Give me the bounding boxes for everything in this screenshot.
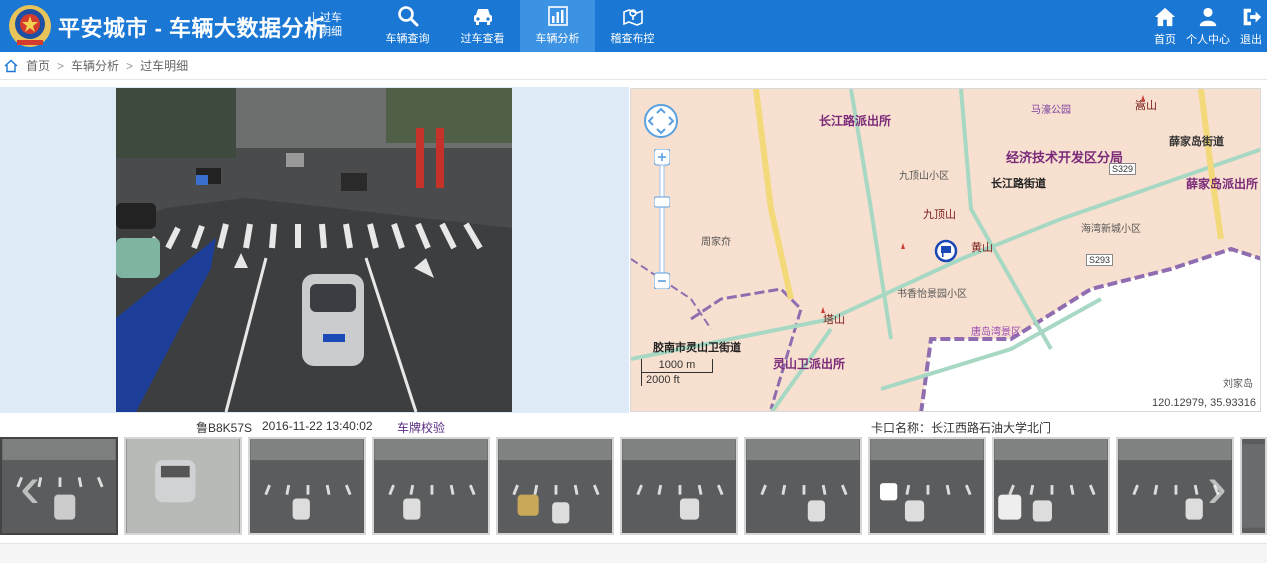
map-pin-icon [622,9,643,26]
nav-label: 车辆查询 [385,33,430,45]
plate-number: 鲁B8K57S [196,421,253,435]
nav-home[interactable]: 首页 [1149,0,1181,52]
nav-label: 车辆分析 [535,33,580,45]
map-label: 黄山 [971,242,993,254]
breadcrumb-separator: > [57,58,65,73]
map-label: 经济技术开发区分局 [1006,150,1124,165]
location-map[interactable]: 马濠公园 嵩山 长江路派出所 经济技术开发区分局 薛家岛街道 薛家岛派出所 九顶… [630,88,1261,412]
pass-time: 2016-11-22 13:40:02 [262,419,373,433]
chevron-right-icon[interactable]: › [1207,447,1227,527]
police-emblem-icon [9,5,51,47]
map-label: 马濠公园 [1031,105,1071,116]
chevron-left-icon[interactable]: ‹ [20,447,40,527]
nav-label: 个人中心 [1186,34,1230,46]
search-icon [397,6,418,27]
map-label: 薛家岛街道 [1169,136,1224,148]
bar-chart-icon [547,6,568,26]
thumbnail[interactable] [744,437,862,535]
breadcrumb-current: 过车明细 [140,59,189,73]
road-shield: S329 [1109,163,1137,175]
app-title: 平安城市 - 车辆大数据分析 [58,16,327,41]
thumbnail[interactable] [248,437,366,535]
thumbnail[interactable] [868,437,986,535]
map-zoom-slider[interactable] [654,149,670,289]
map-label: 塔山 [823,314,845,326]
scale-imperial: 2000 ft [641,373,685,386]
user-icon [1199,7,1217,27]
nav-label: 退出 [1240,34,1262,46]
map-label: 书香怡景园小区 [897,289,967,300]
vehicle-capture-photo[interactable] [116,88,512,412]
top-header: 平安城市 - 车辆大数据分析 过车明细 车辆查询 过车查看 车辆分析 稽查布控 … [0,0,1267,52]
map-label: 唐岛湾景区 [971,327,1021,338]
nav-inspection-control[interactable]: 稽查布控 [595,0,670,52]
thumbnail[interactable] [124,437,242,535]
thumbnail-strip: ‹ › [0,437,1267,537]
thumbnail[interactable] [496,437,614,535]
logout-icon [1243,8,1262,26]
map-label: 周家夼 [701,237,731,248]
thumbnail[interactable] [0,437,118,535]
home-icon[interactable] [4,59,18,73]
map-label: 薛家岛派出所 [1186,177,1259,191]
map-label: 长江路街道 [991,178,1046,190]
nav-vehicle-query[interactable]: 车辆查询 [370,0,445,52]
title-divider [313,12,314,40]
car-icon [473,9,492,25]
map-label: 长江路派出所 [819,114,892,128]
page-subtitle: 过车明细 [320,12,342,38]
map-label: 海湾新城小区 [1081,224,1141,235]
map-coordinates: 120.12979, 35.93316 [1152,397,1256,409]
bottom-strip [0,543,1267,563]
user-nav: 首页 个人中心 退出 [1149,0,1267,52]
viewer-area: 马濠公园 嵩山 长江路派出所 经济技术开发区分局 薛家岛街道 薛家岛派出所 九顶… [0,87,1267,413]
nav-vehicle-analysis[interactable]: 车辆分析 [520,0,595,52]
map-label: 刘家岛 [1223,379,1253,390]
home-icon [1154,7,1176,27]
nav-label: 稽查布控 [610,33,655,45]
plate-verify-link[interactable]: 车牌校验 [397,419,445,436]
map-label: 九顶山小区 [899,171,949,182]
road-shield: S293 [1086,254,1114,266]
breadcrumb-separator: > [126,58,134,73]
thumbnail[interactable] [372,437,490,535]
map-label: 灵山卫派出所 [773,357,846,371]
thumbnail[interactable] [620,437,738,535]
map-scale-bar: 1000 m 2000 ft [641,359,713,386]
nav-label: 过车查看 [460,33,505,45]
map-label: 九顶山 [923,209,956,221]
breadcrumb-home[interactable]: 首页 [26,57,50,74]
main-nav: 车辆查询 过车查看 车辆分析 稽查布控 [370,0,670,52]
nav-label: 首页 [1154,34,1176,46]
checkpoint-name: 卡口名称：长江西路石油大学北门 [871,421,1052,435]
breadcrumb: 首页 > 车辆分析 > 过车明细 [0,52,1267,80]
scale-metric: 1000 m [641,359,713,373]
thumbnail[interactable] [992,437,1110,535]
breadcrumb-vehicle-analysis[interactable]: 车辆分析 [71,57,119,74]
pass-info: 鲁B8K57S 2016-11-22 13:40:02 车牌校验 卡口名称：长江… [0,414,1267,436]
map-label: 胶南市灵山卫街道 [653,342,741,354]
map-pan-control[interactable] [643,103,679,139]
nav-user-center[interactable]: 个人中心 [1181,0,1235,52]
nav-logout[interactable]: 退出 [1235,0,1267,52]
thumbnail[interactable] [1240,437,1267,535]
map-label: 嵩山 [1135,100,1157,112]
nav-pass-view[interactable]: 过车查看 [445,0,520,52]
